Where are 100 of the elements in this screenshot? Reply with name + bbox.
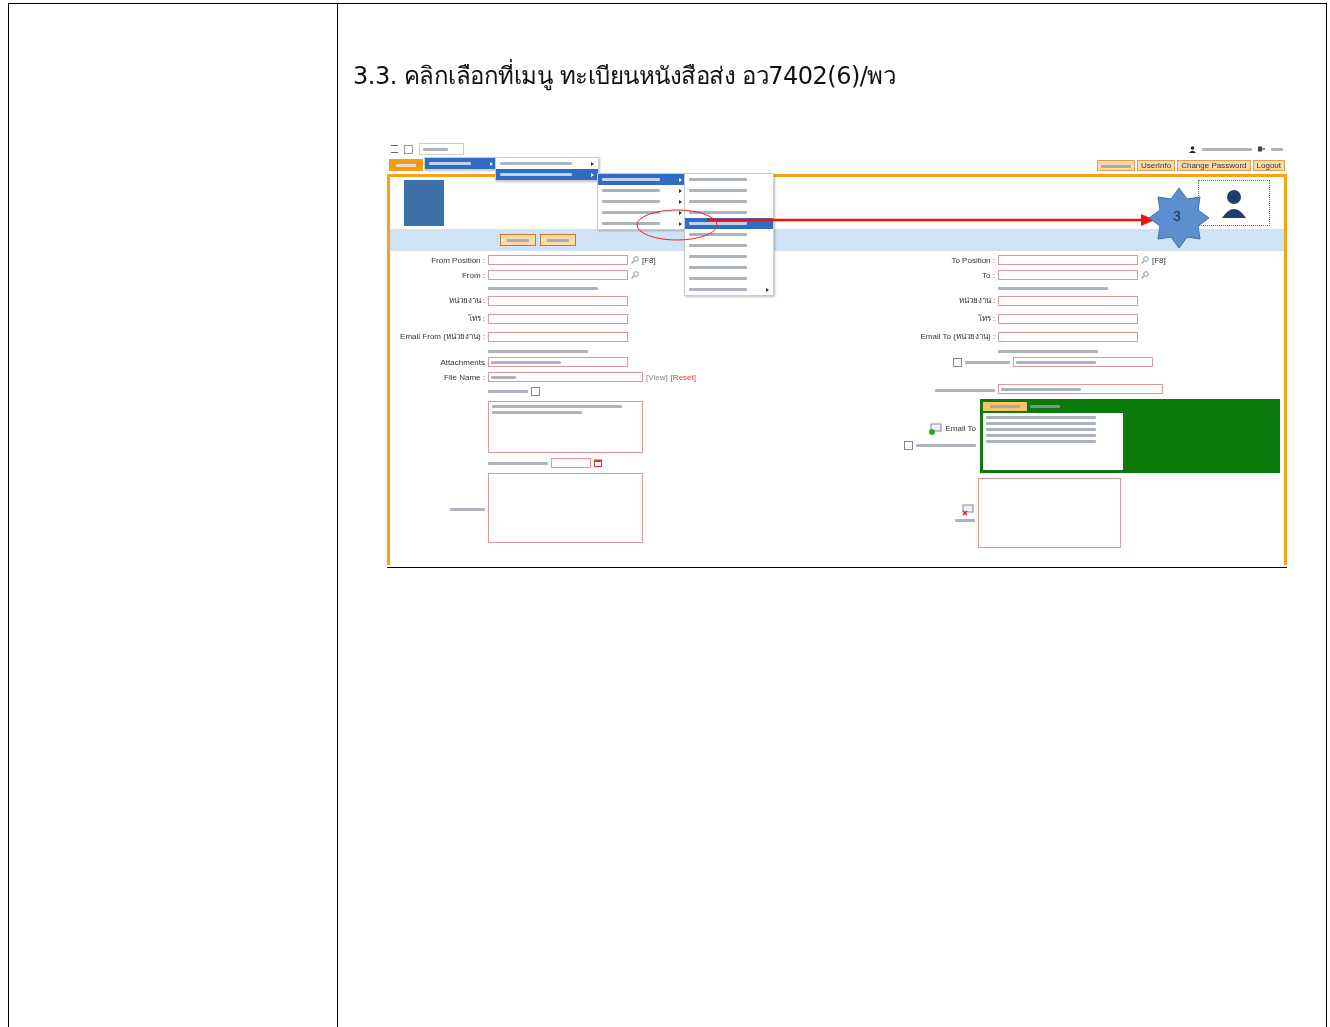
input-field[interactable] <box>488 295 628 306</box>
input-field[interactable] <box>998 313 1138 324</box>
envelope-icon <box>961 504 975 516</box>
illegible-text <box>689 211 747 214</box>
illegible-text <box>965 360 1010 364</box>
illegible-text <box>602 178 660 181</box>
shortcut-hint: [F8] <box>1152 255 1166 265</box>
illegible-text <box>689 266 747 269</box>
illegible-text <box>491 375 516 379</box>
illegible-text <box>396 163 416 167</box>
text-area[interactable] <box>488 401 643 453</box>
search-icon[interactable] <box>1141 256 1149 264</box>
field-label: To Position : <box>950 255 995 265</box>
illegible-text <box>1100 164 1131 168</box>
illegible-text <box>602 211 660 214</box>
search-icon[interactable] <box>631 256 639 264</box>
illegible-text <box>429 162 471 165</box>
step-heading: 3.3. คลิกเลือกที่เมนู ทะเบียนหนังสือส่ง อว7402(6)/พว <box>353 56 1326 95</box>
illegible-text <box>689 189 747 192</box>
input-field[interactable] <box>488 270 628 280</box>
illegible-text <box>491 360 561 364</box>
illegible-text <box>423 147 448 151</box>
input-field[interactable] <box>488 372 643 382</box>
field-label: To : <box>981 270 995 280</box>
toolbar-button[interactable] <box>500 234 536 246</box>
photo-placeholder <box>404 180 444 226</box>
field-label: Attachments <box>439 357 485 367</box>
menu-item[interactable] <box>685 218 773 229</box>
field-label: File Name : <box>443 372 485 382</box>
field-label: Email From (หน่วยงาน) : <box>399 331 485 343</box>
menu-item[interactable] <box>496 169 598 180</box>
illegible-text <box>1030 405 1060 408</box>
illegible-text <box>500 173 572 176</box>
illegible-text <box>689 233 747 236</box>
square-icon[interactable] <box>404 144 413 154</box>
field-label: Email To (หน่วยงาน) : <box>919 331 995 343</box>
menu-item[interactable] <box>425 158 497 169</box>
file-link[interactable]: [View] <box>646 372 668 382</box>
panel-tab[interactable] <box>983 402 1027 411</box>
illegible-text <box>916 443 976 447</box>
input-field[interactable] <box>998 331 1138 342</box>
illegible-text <box>689 200 747 203</box>
person-silhouette-icon <box>1221 188 1247 218</box>
illegible-text <box>1271 147 1283 151</box>
illegible-text <box>450 507 485 511</box>
illegible-text <box>990 405 1020 408</box>
illegible-text <box>689 222 747 225</box>
illegible-text <box>1202 147 1252 151</box>
step-number: 3 <box>1173 208 1181 224</box>
envelope-icon[interactable] <box>928 422 943 435</box>
shortcut-hint: [F8] <box>642 255 656 265</box>
field-label: From Position : <box>430 255 485 265</box>
illegible-text <box>689 244 747 247</box>
menu-icon[interactable] <box>391 145 398 153</box>
illegible-text <box>689 255 747 258</box>
illegible-text <box>488 390 528 393</box>
checkbox[interactable] <box>953 357 962 367</box>
text-area[interactable] <box>488 473 643 543</box>
input-field[interactable] <box>1013 357 1153 367</box>
field-label: From : <box>460 270 485 280</box>
text-area[interactable] <box>978 478 1121 548</box>
checkbox[interactable] <box>531 387 540 396</box>
file-input[interactable] <box>488 357 628 367</box>
illegible-text <box>602 200 660 203</box>
illegible-text <box>689 178 747 181</box>
date-field[interactable] <box>551 458 591 468</box>
illegible-text <box>935 388 995 392</box>
file-link[interactable]: [Reset] <box>670 372 696 382</box>
input-field[interactable] <box>998 270 1138 280</box>
field-label: โทร : <box>466 313 485 325</box>
dropdown-field[interactable] <box>998 384 1163 394</box>
calendar-icon[interactable] <box>594 459 602 467</box>
search-icon[interactable] <box>1141 271 1149 279</box>
input-field[interactable] <box>488 331 628 342</box>
input-field[interactable] <box>998 255 1138 265</box>
toolbar-button[interactable] <box>540 234 576 246</box>
top-link[interactable]: Change Password <box>1177 159 1251 171</box>
search-icon[interactable] <box>631 271 639 279</box>
illegible-text <box>602 222 660 225</box>
input-field[interactable] <box>998 295 1138 306</box>
input-field[interactable] <box>488 255 628 265</box>
exit-icon[interactable] <box>1258 146 1265 152</box>
field-label: หน่วยงาน : <box>447 295 485 307</box>
checkbox[interactable] <box>904 440 913 450</box>
menu-item[interactable] <box>598 174 686 185</box>
field-label: โทร : <box>976 313 995 325</box>
top-link[interactable]: UserInfo <box>1136 159 1176 171</box>
illegible-text <box>488 461 548 465</box>
field-label: หน่วยงาน : <box>957 295 995 307</box>
illegible-text <box>689 277 747 280</box>
input-field[interactable] <box>488 313 628 324</box>
search-field[interactable] <box>419 143 464 155</box>
illegible-text <box>955 519 975 522</box>
top-link[interactable]: Logout <box>1252 159 1285 171</box>
starburst-badge <box>1149 188 1209 248</box>
document-tab[interactable] <box>389 159 423 171</box>
illegible-text <box>500 162 572 165</box>
top-link[interactable] <box>1096 159 1135 171</box>
illegible-text <box>689 288 747 291</box>
illegible-text <box>507 238 529 242</box>
